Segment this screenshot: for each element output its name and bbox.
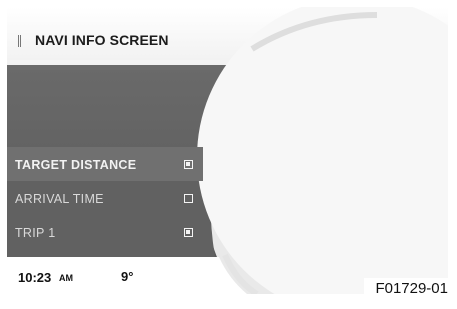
menu-item-label: TARGET DISTANCE xyxy=(15,158,137,172)
menu-item-label: ARRIVAL TIME xyxy=(15,192,104,206)
menu-item-trip-1[interactable]: TRIP 1 xyxy=(7,215,203,249)
status-bar: 10:23 AM 9° xyxy=(7,257,257,294)
menu-item-target-distance[interactable]: TARGET DISTANCE xyxy=(7,147,203,181)
navi-info-screen: NAVI INFO SCREEN TARGET DISTANCE ARRIVAL… xyxy=(7,7,448,294)
page-title: NAVI INFO SCREEN xyxy=(35,32,169,48)
info-menu: TARGET DISTANCE ARRIVAL TIME TRIP 1 xyxy=(7,147,217,249)
checkbox-checked-icon[interactable] xyxy=(184,228,193,237)
menu-item-arrival-time[interactable]: ARRIVAL TIME xyxy=(7,181,203,215)
checkbox-checked-icon[interactable] xyxy=(184,160,193,169)
checkbox-unchecked-icon[interactable] xyxy=(184,194,193,203)
clock-ampm: AM xyxy=(59,273,73,283)
outside-temperature: 9° xyxy=(121,269,134,284)
menu-handle-icon xyxy=(18,35,21,47)
figure-reference: F01729-01 xyxy=(364,278,450,300)
clock-time: 10:23 xyxy=(18,270,52,285)
screen-header: NAVI INFO SCREEN xyxy=(7,7,448,65)
menu-item-label: TRIP 1 xyxy=(15,226,56,240)
